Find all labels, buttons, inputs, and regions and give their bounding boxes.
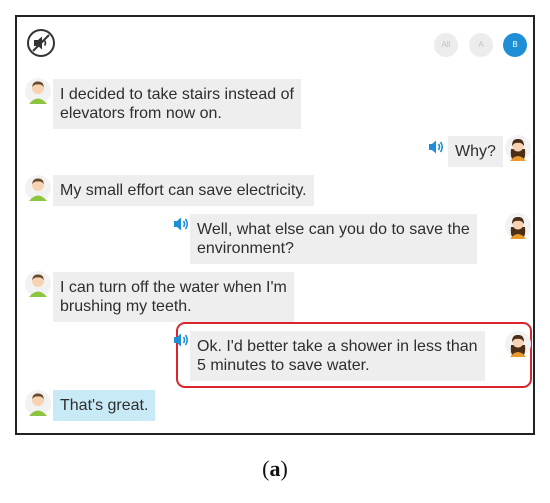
message-bubble-selected[interactable]: That's great.: [53, 390, 156, 421]
speaker-icon[interactable]: [172, 214, 192, 234]
boy-avatar: [25, 175, 51, 201]
message-bubble: Why?: [448, 136, 503, 167]
filter-b-button[interactable]: B: [503, 33, 527, 57]
speaker-icon[interactable]: [172, 330, 192, 350]
speaker-muted-icon: [32, 34, 50, 52]
girl-avatar: [505, 213, 531, 239]
message-bubble: I can turn off the water when I'm brushi…: [53, 272, 294, 322]
figure-caption: (a): [262, 456, 288, 481]
girl-avatar: [505, 135, 531, 161]
boy-avatar: [25, 78, 51, 104]
filter-a-button[interactable]: A: [469, 33, 493, 57]
mute-button[interactable]: [27, 29, 55, 57]
speaker-icon[interactable]: [427, 137, 447, 157]
message-bubble: Well, what else can you do to save the e…: [190, 214, 477, 264]
girl-avatar: [505, 331, 531, 357]
message-bubble: I decided to take stairs instead of elev…: [53, 79, 301, 129]
boy-avatar: [25, 271, 51, 297]
message-bubble: Ok. I'd better take a shower in less tha…: [190, 331, 485, 381]
boy-avatar: [25, 390, 51, 416]
message-bubble: My small effort can save electricity.: [53, 175, 314, 206]
filter-all-button[interactable]: All: [434, 33, 458, 57]
